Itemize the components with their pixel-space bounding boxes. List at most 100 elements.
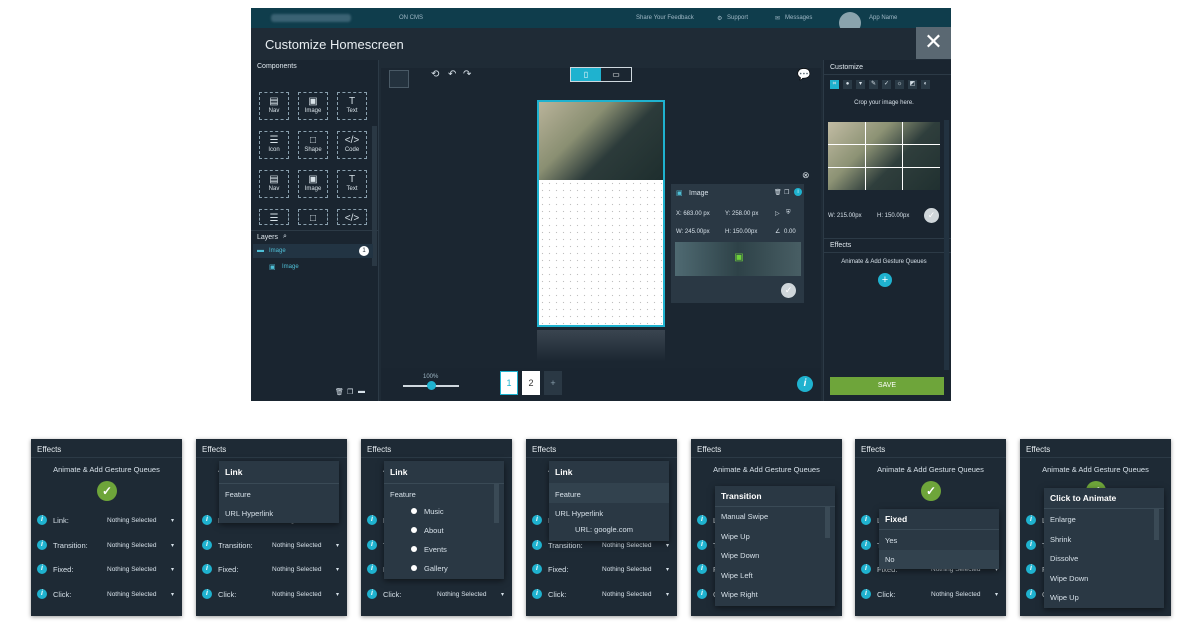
layer-item[interactable]: ▬ Image <box>253 244 373 258</box>
info-icon[interactable]: i <box>697 589 707 599</box>
radio-button[interactable] <box>411 527 417 533</box>
info-icon[interactable]: i <box>794 188 802 196</box>
info-icon[interactable]: i <box>202 515 212 525</box>
exposure-tool-icon[interactable]: ◩ <box>908 80 917 89</box>
component-more-button[interactable]: </> <box>337 209 367 225</box>
shield-icon[interactable]: ⛨ <box>786 210 791 217</box>
info-icon[interactable]: i <box>202 589 212 599</box>
dropdown-option[interactable]: Wipe Down <box>721 551 759 560</box>
close-button[interactable]: ✕ <box>916 27 951 59</box>
component-more-button[interactable]: ☰ <box>259 209 289 225</box>
dropdown-option[interactable]: No <box>885 555 895 564</box>
radio-button[interactable] <box>411 565 417 571</box>
screen-thumbnail[interactable] <box>389 70 409 88</box>
row-select[interactable]: Nothing Selected <box>107 591 157 598</box>
trash-icon[interactable]: 🗑 <box>774 189 782 196</box>
row-select[interactable]: Nothing Selected <box>272 591 322 598</box>
dropdown-option[interactable]: Dissolve <box>1050 554 1078 563</box>
messages-menu[interactable]: Messages <box>785 15 812 21</box>
info-icon[interactable]: i <box>797 376 813 392</box>
component-text-button[interactable]: T Text <box>337 170 367 198</box>
dropdown-option[interactable]: Enlarge <box>1050 515 1076 524</box>
info-icon[interactable]: i <box>37 515 47 525</box>
support-menu[interactable]: Support <box>727 15 748 21</box>
info-icon[interactable]: i <box>532 515 542 525</box>
layers-search-icon[interactable]: ⌕ <box>283 233 287 241</box>
info-icon[interactable]: i <box>202 540 212 550</box>
phone-preview[interactable] <box>537 100 665 327</box>
info-icon[interactable]: i <box>37 589 47 599</box>
crop-image[interactable] <box>828 122 940 190</box>
check-tool-icon[interactable]: ✓ <box>882 80 891 89</box>
layer-sub-label[interactable]: Image <box>282 264 299 270</box>
image-preview[interactable]: ▣ <box>675 242 801 276</box>
url-input[interactable]: URL: google.com <box>575 525 633 534</box>
dropdown-option[interactable]: URL Hyperlink <box>225 509 273 518</box>
info-icon[interactable]: i <box>697 564 707 574</box>
row-select[interactable]: Nothing Selected <box>602 542 652 549</box>
copy-icon[interactable]: ❐ <box>784 189 789 196</box>
component-text-button[interactable]: T Text <box>337 92 367 120</box>
info-icon[interactable]: i <box>532 564 542 574</box>
dropdown-option[interactable]: Wipe Down <box>1050 574 1088 583</box>
row-select[interactable]: Nothing Selected <box>602 591 652 598</box>
flip-icon[interactable]: ▷ <box>775 210 780 217</box>
dropdown-option[interactable]: Wipe Up <box>1050 593 1079 602</box>
crop-tool-icon[interactable]: ⌗ <box>830 80 839 89</box>
chat-icon[interactable]: 💬 <box>797 68 811 81</box>
info-icon[interactable]: i <box>367 515 377 525</box>
info-icon[interactable]: i <box>861 540 871 550</box>
component-image-button[interactable]: ▣ Image <box>298 170 328 198</box>
info-icon[interactable]: i <box>367 589 377 599</box>
dropdown-option[interactable]: Feature <box>555 490 581 499</box>
component-more-button[interactable]: □ <box>298 209 328 225</box>
row-select[interactable]: Nothing Selected <box>437 591 487 598</box>
support-gear-icon[interactable]: ⚙ <box>717 15 722 22</box>
info-icon[interactable]: i <box>367 540 377 550</box>
zoom-slider-handle[interactable] <box>427 381 436 390</box>
trash-icon[interactable]: 🗑 <box>335 388 344 396</box>
info-icon[interactable]: i <box>532 540 542 550</box>
row-select[interactable]: Nothing Selected <box>107 517 157 524</box>
row-select[interactable]: Nothing Selected <box>931 591 981 598</box>
user-name[interactable]: App Name <box>869 15 897 21</box>
row-select[interactable]: Nothing Selected <box>602 566 652 573</box>
replace-image-icon[interactable]: ▣ <box>731 252 747 266</box>
close-circle-icon[interactable]: ⊗ <box>802 170 810 181</box>
redo-icon[interactable]: ↷ <box>463 69 471 80</box>
messages-icon[interactable]: ✉ <box>775 15 780 22</box>
dropdown-option[interactable]: Feature <box>225 490 251 499</box>
dropdown-scrollbar[interactable] <box>494 483 499 523</box>
drop-tool-icon[interactable]: ● <box>843 80 852 89</box>
info-icon[interactable]: i <box>861 589 871 599</box>
dropdown-option[interactable]: Yes <box>885 536 897 545</box>
radio-button[interactable] <box>411 546 417 552</box>
row-select[interactable]: Nothing Selected <box>272 566 322 573</box>
add-effect-button[interactable]: + <box>878 273 892 287</box>
folder-add-icon[interactable]: ▬ <box>358 388 365 395</box>
dropdown-option[interactable]: URL Hyperlink <box>555 509 603 518</box>
dropdown-option[interactable]: Manual Swipe <box>721 512 768 521</box>
info-icon[interactable]: i <box>861 515 871 525</box>
info-icon[interactable]: i <box>1026 589 1036 599</box>
dropdown-option[interactable]: Wipe Up <box>721 532 750 541</box>
info-icon[interactable]: i <box>37 564 47 574</box>
hero-image[interactable] <box>539 102 663 180</box>
cms-tag[interactable]: ON CMS <box>399 15 423 21</box>
brush-tool-icon[interactable]: ✎ <box>869 80 878 89</box>
info-icon[interactable]: i <box>37 540 47 550</box>
dropdown-option[interactable]: Wipe Left <box>721 571 753 580</box>
undo-icon[interactable]: ↶ <box>448 69 456 80</box>
dropdown-option[interactable]: Wipe Right <box>721 590 758 599</box>
info-icon[interactable]: i <box>202 564 212 574</box>
component-image-button[interactable]: ▣ Image <box>298 92 328 120</box>
page-1-tab[interactable]: 1 <box>500 371 518 395</box>
info-icon[interactable]: i <box>1026 515 1036 525</box>
tablet-view-icon[interactable]: ▭ <box>601 68 631 81</box>
row-select[interactable]: Nothing Selected <box>107 542 157 549</box>
add-page-button[interactable]: + <box>544 371 562 395</box>
bucket-tool-icon[interactable]: ▾ <box>856 80 865 89</box>
info-icon[interactable]: i <box>697 515 707 525</box>
customize-scrollbar[interactable] <box>944 120 949 370</box>
component-nav-button[interactable]: ▤ Nav <box>259 170 289 198</box>
